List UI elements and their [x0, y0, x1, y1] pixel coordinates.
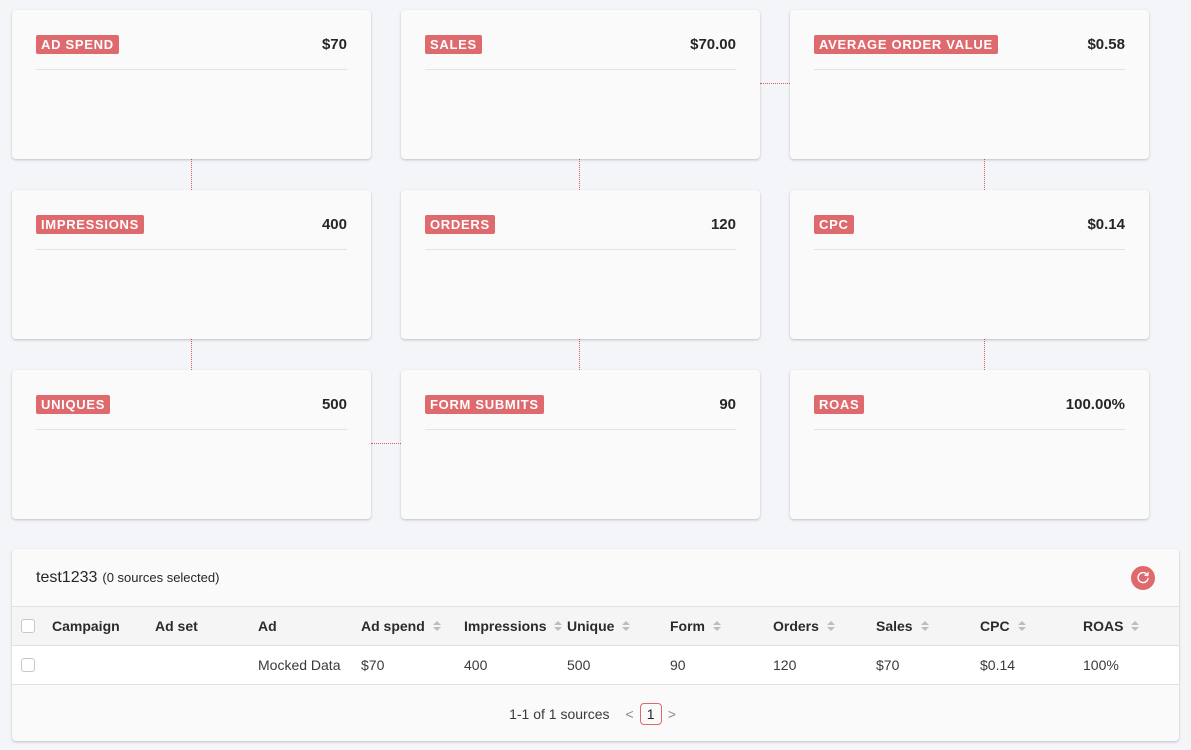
header-ad-set-label: Ad set: [155, 618, 198, 634]
sort-icon[interactable]: [713, 621, 721, 631]
metric-label: FORM SUBMITS: [425, 395, 544, 414]
metric-label: CPC: [814, 215, 854, 234]
pagination: 1-1 of 1 sources < 1 >: [12, 703, 1179, 725]
panel-subtitle: (0 sources selected): [102, 570, 220, 585]
connector-impressions-uniques: [191, 339, 192, 370]
header-select-cell: [21, 607, 35, 645]
metric-value: $70.00: [690, 36, 736, 53]
sort-icon[interactable]: [432, 621, 441, 631]
sort-icon[interactable]: [826, 621, 835, 631]
panel-title: test1233 (0 sources selected): [36, 569, 219, 587]
metric-card-sales: SALES $70.00: [401, 10, 760, 159]
sort-icon[interactable]: [554, 621, 563, 631]
header-ad[interactable]: Ad: [258, 607, 277, 645]
metric-label: ROAS: [814, 395, 865, 414]
header-cpc[interactable]: CPC: [980, 607, 1026, 645]
header-cpc-label: CPC: [980, 618, 1010, 634]
sort-icon[interactable]: [1131, 621, 1140, 631]
header-roas-label: ROAS: [1083, 618, 1124, 634]
header-ad-set[interactable]: Ad set: [155, 607, 198, 645]
page-button-1[interactable]: 1: [639, 703, 662, 725]
metric-value: 100.00%: [1065, 396, 1125, 413]
header-unique-label: Unique: [567, 618, 615, 634]
header-impressions-label: Impressions: [464, 618, 547, 634]
prev-page-button[interactable]: <: [626, 706, 634, 722]
cell-sales: $70: [876, 657, 900, 673]
header-impressions[interactable]: Impressions: [464, 607, 563, 645]
metric-value: $0.14: [1087, 216, 1125, 233]
table-header-row: Campaign Ad set Ad Ad spend Impressions …: [12, 606, 1179, 646]
metric-label: AD SPEND: [36, 35, 119, 54]
row-checkbox[interactable]: [21, 658, 35, 672]
connector-sales-orders: [579, 159, 580, 190]
header-sales-label: Sales: [876, 618, 913, 634]
connector-sales-aov: [760, 83, 790, 84]
sources-table: Campaign Ad set Ad Ad spend Impressions …: [12, 606, 1179, 685]
select-all-checkbox[interactable]: [21, 619, 35, 633]
sources-panel: test1233 (0 sources selected) Campaign A…: [12, 549, 1179, 741]
metric-card-average-order-value: AVERAGE ORDER VALUE $0.58: [790, 10, 1149, 159]
header-ad-spend[interactable]: Ad spend: [361, 607, 441, 645]
metric-card-orders: ORDERS 120: [401, 190, 760, 339]
row-select-cell: [21, 646, 35, 684]
header-ad-label: Ad: [258, 618, 277, 634]
metric-card-uniques: UNIQUES 500: [12, 370, 371, 519]
header-form-label: Form: [670, 618, 705, 634]
panel-title-text: test1233: [36, 569, 98, 586]
sort-icon[interactable]: [1017, 621, 1026, 631]
cell-orders: 120: [773, 657, 797, 673]
header-orders[interactable]: Orders: [773, 607, 835, 645]
metric-label: ORDERS: [425, 215, 495, 234]
cell-roas: 100%: [1083, 657, 1119, 673]
metric-card-roas: ROAS 100.00%: [790, 370, 1149, 519]
metric-value: $70: [321, 36, 347, 53]
sort-icon[interactable]: [622, 621, 631, 631]
connector-cpc-roas: [984, 339, 985, 370]
table-row[interactable]: Mocked Data $70 400 500 90 120 $70 $0.14…: [12, 646, 1179, 685]
cell-ad-spend: $70: [361, 657, 385, 673]
sort-icon[interactable]: [920, 621, 929, 631]
cell-impressions: 400: [464, 657, 488, 673]
connector-aov-cpc: [984, 159, 985, 190]
metric-card-form-submits: FORM SUBMITS 90: [401, 370, 760, 519]
connector-orders-formsubmits: [579, 339, 580, 370]
cell-cpc: $0.14: [980, 657, 1016, 673]
cell-unique: 500: [567, 657, 591, 673]
metric-value: 90: [719, 396, 736, 413]
refresh-icon: [1137, 571, 1149, 584]
metric-label: IMPRESSIONS: [36, 215, 144, 234]
metric-label: UNIQUES: [36, 395, 111, 414]
header-form[interactable]: Form: [670, 607, 721, 645]
metric-card-cpc: CPC $0.14: [790, 190, 1149, 339]
header-orders-label: Orders: [773, 618, 819, 634]
cell-ad: Mocked Data: [258, 657, 341, 673]
connector-uniques-formsubmits: [371, 443, 401, 444]
refresh-button[interactable]: [1131, 566, 1155, 590]
header-ad-spend-label: Ad spend: [361, 618, 425, 634]
next-page-button[interactable]: >: [668, 706, 676, 722]
metric-card-impressions: IMPRESSIONS 400: [12, 190, 371, 339]
header-sales[interactable]: Sales: [876, 607, 929, 645]
pagination-summary: 1-1 of 1 sources: [509, 706, 610, 722]
header-campaign-label: Campaign: [52, 618, 120, 634]
cell-form: 90: [670, 657, 686, 673]
header-roas[interactable]: ROAS: [1083, 607, 1140, 645]
header-unique[interactable]: Unique: [567, 607, 631, 645]
metric-value: 400: [321, 216, 347, 233]
metric-value: 120: [710, 216, 736, 233]
metric-value: $0.58: [1087, 36, 1125, 53]
connector-adspend-impressions: [191, 159, 192, 190]
metric-label: SALES: [425, 35, 482, 54]
metric-label: AVERAGE ORDER VALUE: [814, 35, 998, 54]
metric-card-ad-spend: AD SPEND $70: [12, 10, 371, 159]
metric-value: 500: [321, 396, 347, 413]
header-campaign[interactable]: Campaign: [52, 607, 120, 645]
